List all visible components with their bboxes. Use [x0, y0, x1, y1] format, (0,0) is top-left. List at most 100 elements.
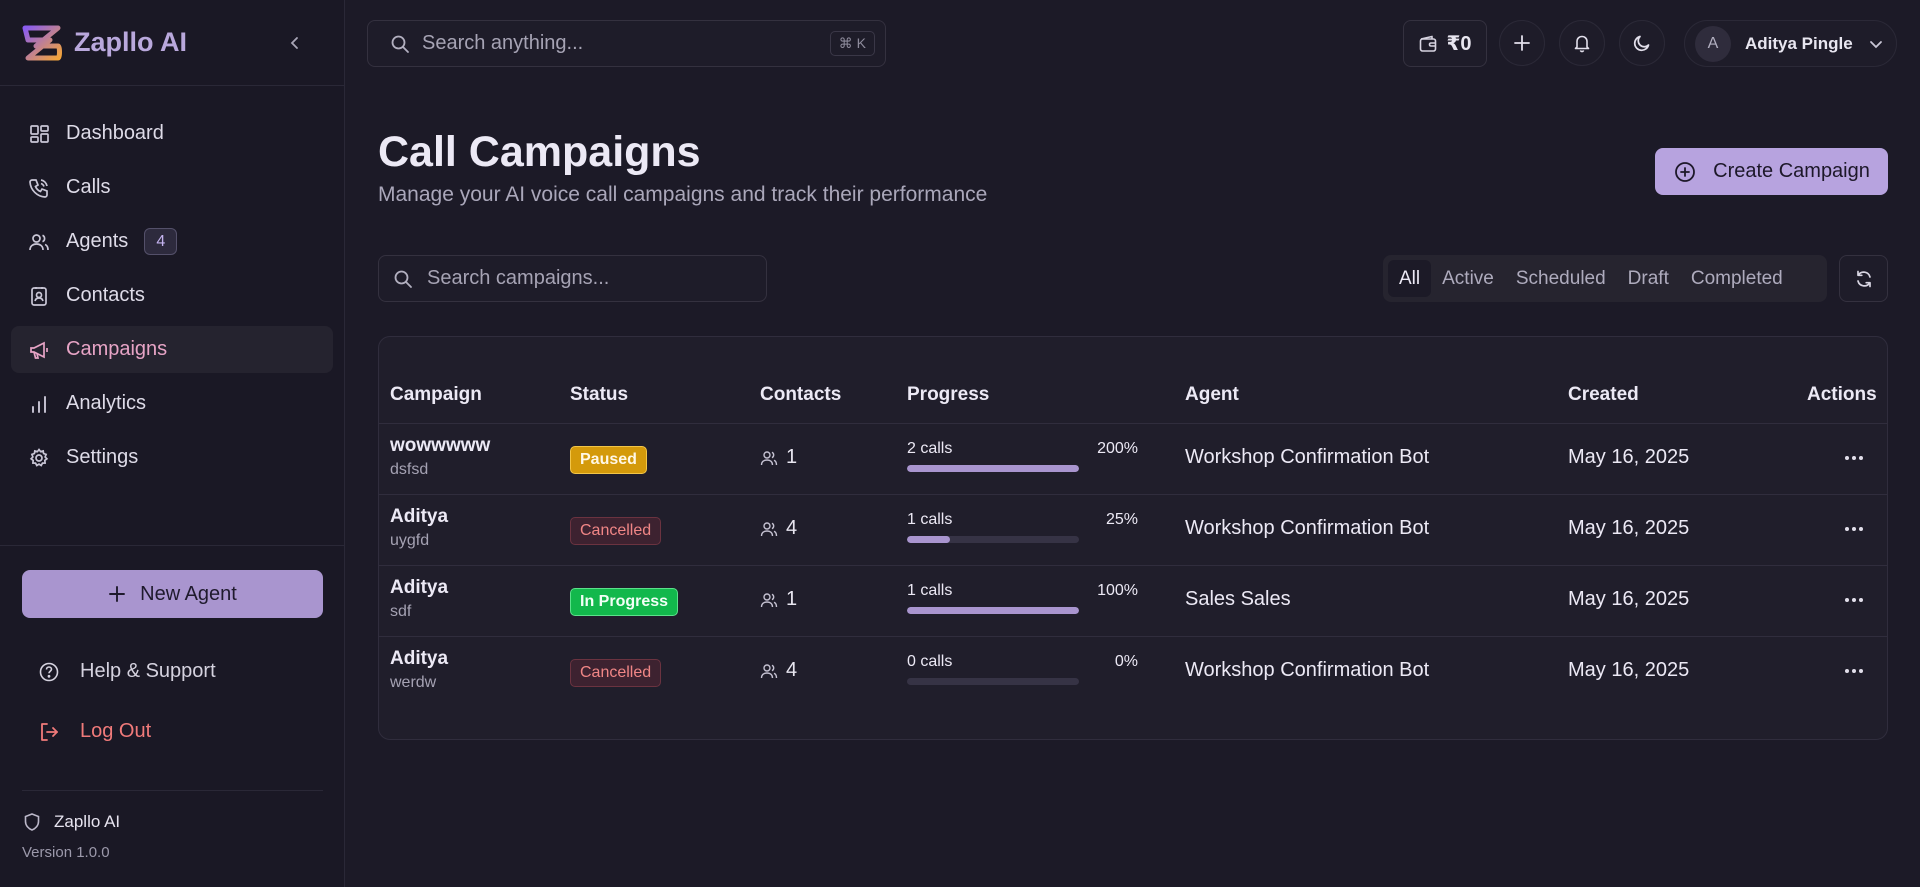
agent-name: Workshop Confirmation Bot [1185, 659, 1430, 681]
logout-button[interactable]: Log Out [38, 720, 151, 743]
more-actions-icon[interactable] [1840, 448, 1868, 468]
help-support-link[interactable]: Help & Support [38, 660, 216, 683]
new-agent-button[interactable]: New Agent [22, 570, 323, 618]
sidebar-item-analytics[interactable]: Analytics [11, 380, 333, 427]
collapse-sidebar-button[interactable] [282, 30, 308, 56]
megaphone-icon [30, 341, 48, 359]
campaign-search-input[interactable]: Search campaigns... [378, 255, 767, 302]
sidebar-item-calls[interactable]: Calls [11, 164, 333, 211]
sidebar-item-dashboard[interactable]: Dashboard [11, 110, 333, 157]
campaign-name: Aditya [390, 577, 449, 598]
sidebar-item-label: Dashboard [66, 122, 164, 144]
progress-percent: 200% [1097, 440, 1138, 457]
users-icon [760, 521, 778, 536]
notifications-button[interactable] [1559, 20, 1605, 66]
created-date: May 16, 2025 [1568, 517, 1690, 539]
more-actions-icon[interactable] [1840, 519, 1868, 539]
campaign-description: dsfsd [390, 461, 429, 478]
column-header-campaign: Campaign [390, 384, 482, 405]
agent-name: Sales Sales [1185, 588, 1291, 610]
contacts-count: 1 [760, 588, 797, 611]
logout-label: Log Out [80, 720, 152, 742]
progress-percent: 0% [1114, 653, 1138, 670]
status-badge: In Progress [570, 588, 679, 616]
campaign-description: sdf [390, 603, 412, 620]
search-shortcut-badge: ⌘ K [829, 31, 875, 56]
sidebar-item-settings[interactable]: Settings [11, 434, 333, 481]
plus-icon [1514, 35, 1530, 51]
shield-icon [24, 813, 40, 831]
table-row[interactable]: wowwwww dsfsd Paused 1 2 calls 200% Work… [379, 423, 1887, 494]
chevron-left-icon [290, 37, 298, 49]
tab-all[interactable]: All [1388, 260, 1432, 297]
agent-name: Workshop Confirmation Bot [1185, 517, 1430, 539]
tab-active[interactable]: Active [1431, 260, 1505, 297]
avatar: A [1695, 25, 1731, 62]
bar-chart-icon [32, 395, 46, 413]
campaign-name: wowwwww [390, 435, 491, 456]
new-agent-label: New Agent [140, 582, 237, 605]
table-row[interactable]: Aditya sdf In Progress 1 1 calls 100% Sa… [379, 565, 1887, 636]
sidebar-item-campaigns[interactable]: Campaigns [11, 326, 333, 373]
agent-name: Workshop Confirmation Bot [1185, 446, 1430, 468]
theme-toggle-button[interactable] [1619, 20, 1665, 66]
status-filter-tabs: All Active Scheduled Draft Completed [1383, 255, 1827, 302]
more-actions-icon[interactable] [1840, 661, 1868, 681]
contacts-count: 1 [760, 446, 797, 469]
progress-calls: 2 calls [907, 440, 953, 457]
sidebar-item-contacts[interactable]: Contacts [11, 272, 333, 319]
campaign-name: Aditya [390, 648, 449, 669]
progress-bar [907, 678, 1079, 685]
contacts-value: 4 [786, 659, 798, 681]
tab-scheduled[interactable]: Scheduled [1505, 260, 1617, 297]
zapllo-logo-icon[interactable] [22, 24, 64, 62]
status-badge: Cancelled [570, 659, 662, 687]
contacts-count: 4 [760, 659, 797, 682]
contact-icon [31, 286, 47, 306]
divider [22, 790, 323, 791]
progress-bar [907, 607, 1079, 614]
column-header-status: Status [570, 384, 629, 405]
create-campaign-button[interactable]: Create Campaign [1655, 148, 1888, 195]
campaign-search-placeholder: Search campaigns... [427, 267, 610, 289]
tab-draft[interactable]: Draft [1617, 260, 1680, 297]
sidebar-item-agents[interactable]: Agents 4 [11, 218, 333, 265]
search-icon [394, 270, 412, 288]
wallet-balance-button[interactable]: ₹0 [1403, 20, 1487, 67]
sidebar-item-label: Calls [66, 176, 111, 198]
wallet-amount: ₹0 [1446, 33, 1472, 55]
plus-circle-icon [1675, 161, 1696, 182]
sidebar-item-label: Settings [66, 446, 139, 468]
bell-icon [1574, 35, 1590, 53]
progress-calls: 1 calls [907, 511, 953, 528]
add-button[interactable] [1499, 20, 1545, 66]
user-menu-button[interactable]: A Aditya Pingle [1684, 20, 1897, 67]
chevron-down-icon [1869, 40, 1882, 48]
created-date: May 16, 2025 [1568, 659, 1690, 681]
users-icon [760, 663, 778, 678]
progress-bar-fill [907, 465, 1079, 472]
contacts-value: 1 [786, 446, 798, 468]
app-version: Version 1.0.0 [22, 844, 110, 861]
create-campaign-label: Create Campaign [1713, 160, 1870, 182]
table-row[interactable]: Aditya uygfd Cancelled 4 1 calls 25% Wor… [379, 494, 1887, 565]
table-row[interactable]: Aditya werdw Cancelled 4 0 calls 0% Work… [379, 636, 1887, 707]
column-header-agent: Agent [1185, 384, 1239, 405]
moon-icon [1633, 35, 1650, 52]
progress-calls: 0 calls [907, 653, 953, 670]
refresh-icon [1856, 270, 1871, 287]
users-icon [760, 592, 778, 607]
user-name: Aditya Pingle [1745, 33, 1853, 53]
sidebar: Zapllo AI Dashboard Calls Agents 4 Conta… [0, 0, 345, 887]
gear-icon [29, 447, 49, 467]
sidebar-item-label: Agents [66, 230, 129, 252]
agents-count-badge: 4 [144, 228, 178, 255]
tab-completed[interactable]: Completed [1680, 260, 1794, 297]
status-badge: Cancelled [570, 517, 662, 545]
campaign-description: werdw [390, 674, 437, 691]
global-search-input[interactable]: Search anything... ⌘ K [367, 20, 886, 67]
search-icon [391, 35, 409, 53]
more-actions-icon[interactable] [1840, 590, 1868, 610]
users-icon [29, 233, 49, 250]
refresh-button[interactable] [1839, 255, 1888, 302]
